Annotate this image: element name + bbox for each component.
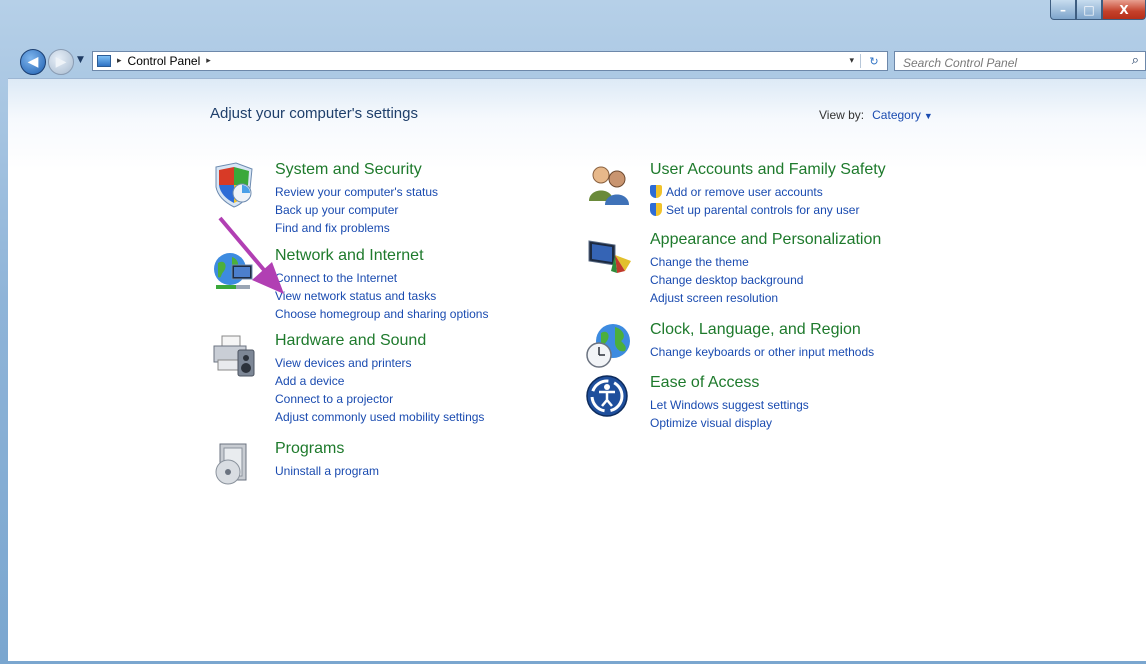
printer-speaker-icon bbox=[213, 335, 255, 377]
control-panel-icon bbox=[97, 55, 111, 67]
search-input[interactable] bbox=[901, 54, 1115, 72]
ease-of-access-icon bbox=[586, 375, 628, 417]
shield-icon bbox=[215, 162, 253, 208]
caption-buttons: – □ X bbox=[1050, 0, 1146, 22]
recent-pages-button[interactable]: ▼ bbox=[77, 55, 84, 65]
category-title-network-and-internet[interactable]: Network and Internet bbox=[275, 247, 424, 265]
minimize-button[interactable]: – bbox=[1050, 0, 1076, 20]
link-let-windows-suggest[interactable]: Let Windows suggest settings bbox=[650, 396, 809, 414]
link-view-devices-and-printers[interactable]: View devices and printers bbox=[275, 354, 484, 372]
category-links: Change the theme Change desktop backgrou… bbox=[650, 253, 803, 307]
refresh-button[interactable]: ↻ bbox=[860, 54, 883, 68]
category-links: Let Windows suggest settings Optimize vi… bbox=[650, 396, 809, 432]
globe-network-icon bbox=[214, 253, 253, 289]
back-arrow-icon: ◀ bbox=[27, 54, 39, 70]
back-button[interactable]: ◀ bbox=[20, 49, 46, 75]
category-title-hardware-and-sound[interactable]: Hardware and Sound bbox=[275, 332, 426, 350]
forward-arrow-icon: ▶ bbox=[55, 54, 67, 70]
category-title-appearance[interactable]: Appearance and Personalization bbox=[650, 231, 881, 249]
link-adjust-mobility-settings[interactable]: Adjust commonly used mobility settings bbox=[275, 408, 484, 426]
category-links: Add or remove user accounts Set up paren… bbox=[650, 183, 859, 219]
programs-icon bbox=[215, 443, 247, 485]
view-by: View by: Category ▼ bbox=[819, 108, 933, 122]
control-panel-window: – □ X ◀ ▶ ▼ ▸ Control Panel ▸ ▾ ↻ ⌕ Adju… bbox=[0, 0, 1146, 664]
address-dropdown-button[interactable]: ▾ bbox=[849, 56, 854, 66]
view-by-dropdown[interactable]: Category bbox=[872, 108, 921, 122]
link-add-remove-user-accounts[interactable]: Add or remove user accounts bbox=[650, 183, 859, 201]
view-by-label: View by: bbox=[819, 108, 865, 122]
link-optimize-visual-display[interactable]: Optimize visual display bbox=[650, 414, 809, 432]
category-links: Review your computer's status Back up yo… bbox=[275, 183, 438, 237]
link-change-desktop-background[interactable]: Change desktop background bbox=[650, 271, 803, 289]
search-box: ⌕ bbox=[894, 51, 1146, 72]
link-back-up-computer[interactable]: Back up your computer bbox=[275, 201, 438, 219]
link-adjust-screen-resolution[interactable]: Adjust screen resolution bbox=[650, 289, 803, 307]
chevron-down-icon[interactable]: ▼ bbox=[924, 111, 933, 121]
category-title-ease-of-access[interactable]: Ease of Access bbox=[650, 374, 759, 392]
category-title-system-and-security[interactable]: System and Security bbox=[275, 161, 422, 179]
link-view-network-status[interactable]: View network status and tasks bbox=[275, 287, 488, 305]
link-add-a-device[interactable]: Add a device bbox=[275, 372, 484, 390]
close-button[interactable]: X bbox=[1102, 0, 1146, 20]
category-links: View devices and printers Add a device C… bbox=[275, 354, 484, 426]
address-bar[interactable]: ▸ Control Panel ▸ ▾ ↻ bbox=[92, 51, 888, 71]
link-uninstall-a-program[interactable]: Uninstall a program bbox=[275, 462, 379, 480]
title-bar: – □ X bbox=[0, 0, 1146, 44]
uac-shield-icon bbox=[650, 185, 662, 198]
link-change-keyboards[interactable]: Change keyboards or other input methods bbox=[650, 343, 874, 361]
link-connect-to-projector[interactable]: Connect to a projector bbox=[275, 390, 484, 408]
link-connect-to-internet[interactable]: Connect to the Internet bbox=[275, 269, 488, 287]
category-title-programs[interactable]: Programs bbox=[275, 440, 344, 458]
forward-button[interactable]: ▶ bbox=[48, 49, 74, 75]
page-title: Adjust your computer's settings bbox=[210, 105, 418, 122]
link-choose-homegroup[interactable]: Choose homegroup and sharing options bbox=[275, 305, 488, 323]
navigation-bar: ◀ ▶ ▼ ▸ Control Panel ▸ ▾ ↻ ⌕ bbox=[0, 46, 1146, 76]
breadcrumb-separator[interactable]: ▸ bbox=[117, 56, 122, 66]
monitor-palette-icon bbox=[588, 240, 631, 273]
globe-clock-icon bbox=[586, 324, 630, 368]
link-review-computer-status[interactable]: Review your computer's status bbox=[275, 183, 438, 201]
category-title-clock-language-region[interactable]: Clock, Language, and Region bbox=[650, 321, 861, 339]
search-icon[interactable]: ⌕ bbox=[1132, 53, 1139, 68]
link-find-and-fix-problems[interactable]: Find and fix problems bbox=[275, 219, 438, 237]
breadcrumb-trailing-arrow[interactable]: ▸ bbox=[206, 56, 211, 66]
category-links: Change keyboards or other input methods bbox=[650, 343, 874, 361]
content-pane: Adjust your computer's settings View by:… bbox=[8, 78, 1146, 661]
category-links: Uninstall a program bbox=[275, 462, 379, 480]
users-icon bbox=[589, 166, 629, 205]
category-links: Connect to the Internet View network sta… bbox=[275, 269, 488, 323]
uac-shield-icon bbox=[650, 203, 662, 216]
link-set-up-parental-controls[interactable]: Set up parental controls for any user bbox=[650, 201, 859, 219]
link-change-the-theme[interactable]: Change the theme bbox=[650, 253, 803, 271]
maximize-button[interactable]: □ bbox=[1076, 0, 1102, 20]
chevron-down-icon: ▼ bbox=[77, 55, 84, 65]
category-title-user-accounts[interactable]: User Accounts and Family Safety bbox=[650, 161, 886, 179]
breadcrumb-control-panel[interactable]: Control Panel bbox=[128, 54, 201, 68]
